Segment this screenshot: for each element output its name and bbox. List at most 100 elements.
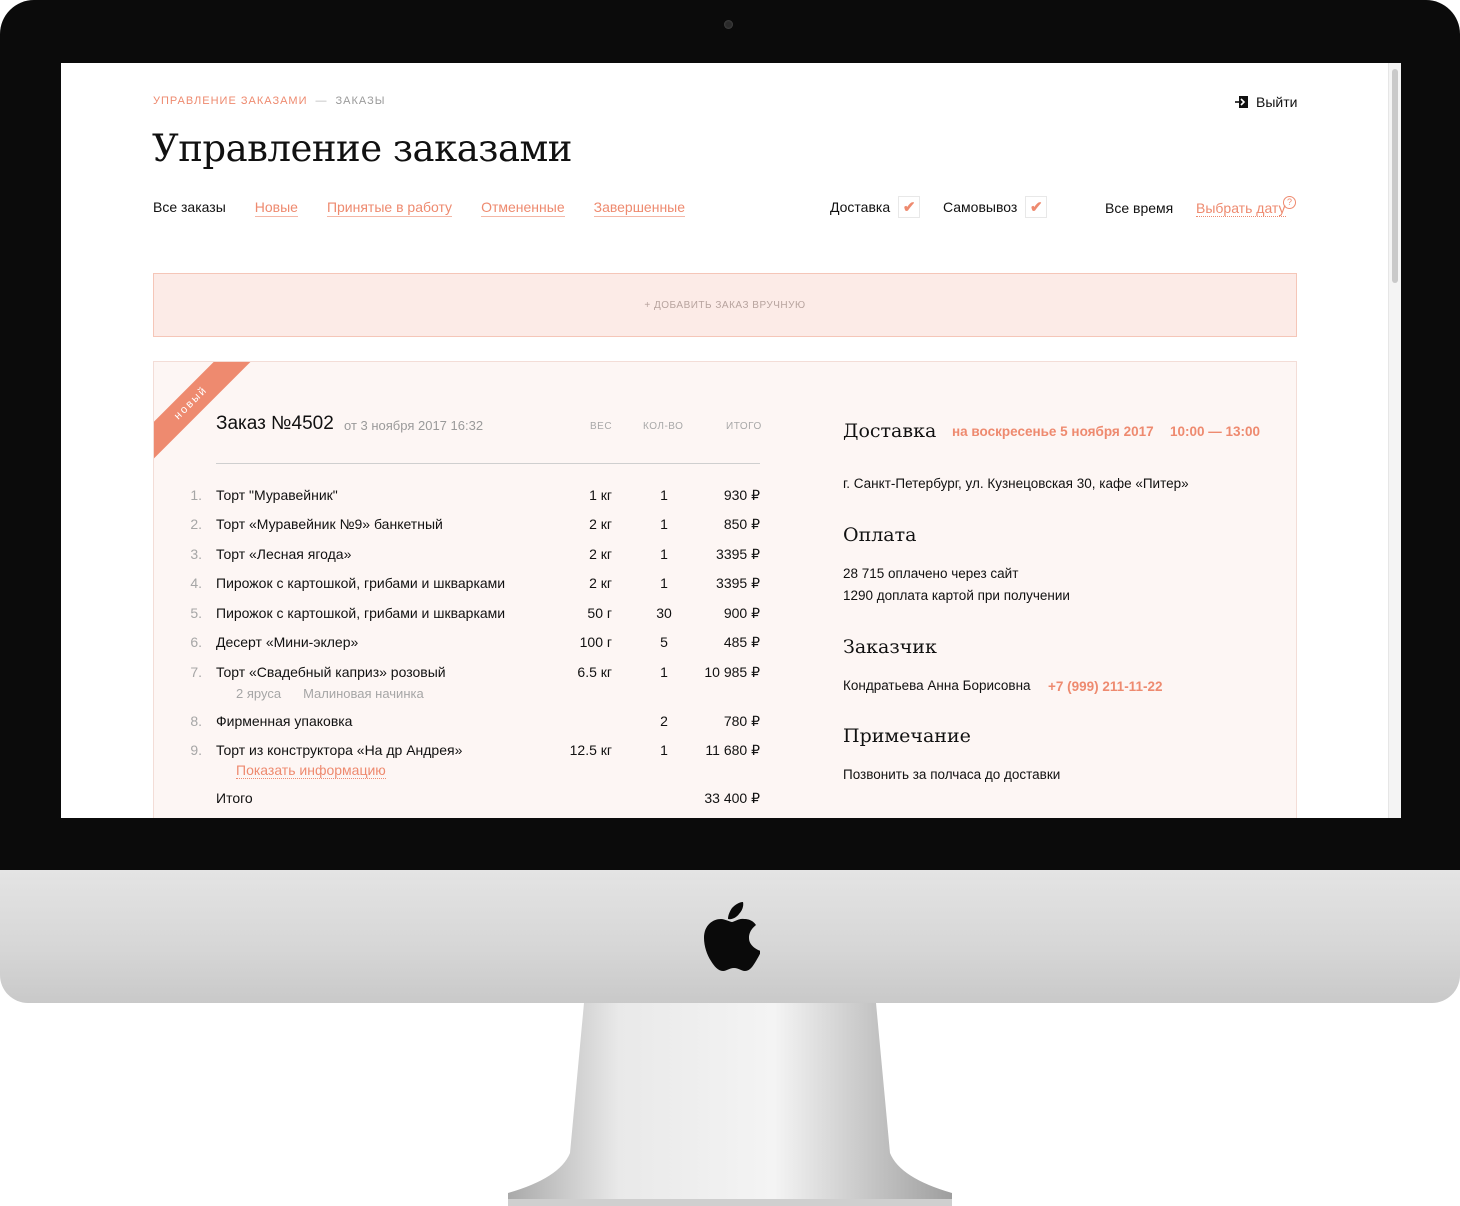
tab-new[interactable]: Новые: [254, 199, 298, 217]
column-header-weight: вес: [590, 421, 613, 432]
item-detail: Малиновая начинка: [303, 686, 424, 701]
item-name: Торт из конструктора «На др Андрея»: [216, 742, 463, 758]
item-name: Торт «Свадебный каприз» розовый: [216, 664, 446, 680]
item-qty: 2: [660, 713, 668, 729]
tab-all-orders[interactable]: Все заказы: [153, 199, 226, 217]
pickup-filter-label: Самовывоз: [943, 199, 1018, 215]
breadcrumb-root[interactable]: Управление заказами: [153, 95, 308, 107]
delivery-time: 10:00 — 13:00: [1170, 424, 1261, 439]
scrollbar[interactable]: [1388, 63, 1401, 818]
item-qty: 1: [660, 575, 668, 591]
item-total: 3395 ₽: [716, 546, 760, 562]
item-number: 7.: [190, 664, 202, 680]
item-total: 485 ₽: [723, 634, 760, 650]
list-item: 3. Торт «Лесная ягода» 2 кг 1 3395 ₽: [154, 546, 774, 566]
customer-name: Кондратьева Анна Борисовна: [843, 678, 1031, 693]
item-weight: 1 кг: [589, 487, 612, 503]
item-number: 4.: [190, 575, 202, 591]
customer-phone[interactable]: +7 (999) 211-11-22: [1048, 679, 1162, 694]
order-date: от 3 ноября 2017 16:32: [344, 418, 484, 433]
item-number: 6.: [190, 634, 202, 650]
all-time-option[interactable]: Все время: [1105, 200, 1173, 216]
delivery-filter-label: Доставка: [830, 199, 891, 215]
item-total: 3395 ₽: [716, 575, 760, 591]
item-number: 1.: [190, 487, 202, 503]
tab-cancelled[interactable]: Отмененные: [481, 199, 565, 217]
item-total: 11 680 ₽: [705, 742, 760, 758]
item-name: Торт «Муравейник №9» банкетный: [216, 516, 443, 532]
header-divider: [216, 463, 760, 464]
item-name: Торт "Муравейник": [216, 487, 338, 503]
item-qty: 1: [660, 546, 668, 562]
monitor-stand: [508, 1003, 952, 1206]
browser-viewport: Управление заказами — Заказы Выйти Управле…: [61, 63, 1401, 818]
payment-line: 1290 доплата картой при получении: [843, 588, 1070, 603]
item-name: Десерт «Мини-эклер»: [216, 634, 359, 650]
item-qty: 5: [660, 634, 668, 650]
list-item: 1. Торт "Муравейник" 1 кг 1 930 ₽: [154, 487, 774, 507]
item-qty: 1: [660, 742, 668, 758]
status-filter-tabs: Все заказы Новые Принятые в работу Отмен…: [153, 199, 714, 217]
item-detail: 2 яруса: [236, 686, 282, 701]
pickup-checkbox[interactable]: ✔: [1025, 196, 1048, 218]
logout-icon: [1235, 96, 1248, 108]
delivery-date: на воскресенье 5 ноября 2017: [952, 424, 1154, 439]
payment-line: 28 715 оплачено через сайт: [843, 566, 1019, 581]
logout-button[interactable]: Выйти: [1235, 94, 1297, 110]
note-heading: Примечание: [843, 725, 971, 747]
column-header-total: итого: [726, 421, 762, 432]
pickup-filter[interactable]: Самовывоз ✔: [943, 196, 1048, 218]
item-name: Пирожок с картошкой, грибами и шкварками: [216, 575, 506, 591]
list-item: 8. Фирменная упаковка 2 780 ₽: [154, 713, 774, 733]
item-total: 850 ₽: [723, 516, 760, 532]
help-icon[interactable]: ?: [1283, 196, 1296, 209]
tab-in-progress[interactable]: Принятые в работу: [326, 199, 453, 217]
item-qty: 1: [660, 664, 668, 680]
item-name: Фирменная упаковка: [216, 713, 353, 729]
customer-heading: Заказчик: [843, 636, 937, 658]
pick-date-link[interactable]: Выбрать дату: [1196, 200, 1286, 217]
delivery-filter[interactable]: Доставка ✔: [830, 196, 921, 218]
item-weight: 6.5 кг: [577, 664, 612, 680]
list-item: 2. Торт «Муравейник №9» банкетный 2 кг 1…: [154, 516, 774, 536]
add-order-manually-button[interactable]: + Добавить заказ вручную: [153, 273, 1297, 337]
item-number: 5.: [190, 605, 202, 621]
note-text: Позвонить за полчаса до доставки: [843, 767, 1061, 782]
list-item: 6. Десерт «Мини-эклер» 100 г 5 485 ₽: [154, 634, 774, 654]
item-total: 10 985 ₽: [704, 664, 760, 680]
order-card: новый Заказ №4502 от 3 ноября 2017 16:32…: [153, 361, 1297, 818]
list-item: 5. Пирожок с картошкой, грибами и шкварк…: [154, 605, 774, 625]
item-name: Пирожок с картошкой, грибами и шкварками: [216, 605, 506, 621]
breadcrumb: Управление заказами — Заказы: [153, 95, 385, 107]
item-weight: 2 кг: [589, 546, 612, 562]
item-weight: 12.5 кг: [569, 742, 612, 758]
order-title: Заказ №4502: [216, 413, 334, 434]
item-total: 900 ₽: [723, 605, 760, 621]
checkmark-icon: ✔: [1030, 199, 1043, 216]
item-qty: 1: [660, 487, 668, 503]
tab-completed[interactable]: Завершенные: [593, 199, 686, 217]
item-number: 2.: [190, 516, 202, 532]
list-item: 9. Торт из конструктора «На др Андрея» 1…: [154, 742, 774, 762]
item-number: 8.: [190, 713, 202, 729]
breadcrumb-current: Заказы: [335, 95, 386, 107]
item-total: 780 ₽: [723, 713, 760, 729]
item-weight: 50 г: [587, 605, 612, 621]
item-qty: 30: [656, 605, 672, 621]
item-number: 3.: [190, 546, 202, 562]
item-name: Торт «Лесная ягода»: [216, 546, 352, 562]
summary-label: Итого: [216, 790, 253, 806]
item-weight: 2 кг: [589, 516, 612, 532]
item-qty: 1: [660, 516, 668, 532]
item-number: 9.: [190, 742, 202, 758]
summary-total: 33 400 ₽: [704, 790, 760, 806]
show-info-link[interactable]: Показать информацию: [236, 762, 386, 779]
page-title: Управление заказами: [152, 127, 572, 170]
item-weight: 100 г: [579, 634, 612, 650]
apple-logo-icon: [704, 902, 760, 971]
list-item: 4. Пирожок с картошкой, грибами и шкварк…: [154, 575, 774, 595]
scrollbar-thumb[interactable]: [1392, 69, 1398, 283]
delivery-checkbox[interactable]: ✔: [898, 196, 921, 218]
camera: [724, 20, 733, 29]
column-header-qty: кол-во: [643, 421, 684, 432]
